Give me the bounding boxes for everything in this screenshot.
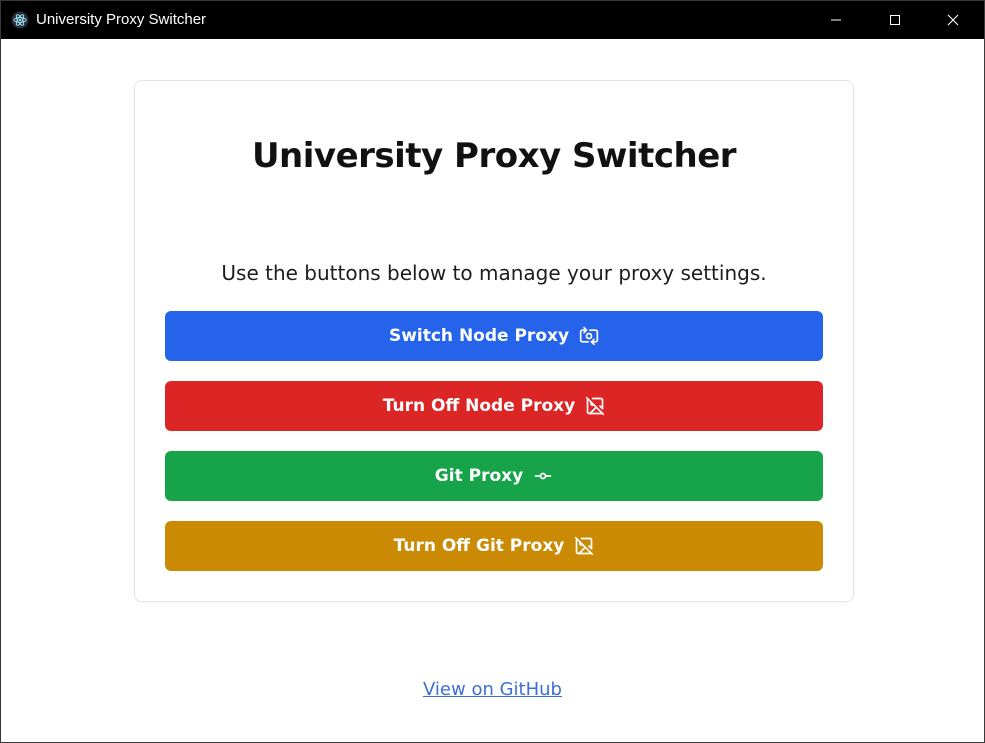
proxy-card: University Proxy Switcher Use the button… <box>134 80 854 602</box>
image-off-icon <box>574 536 594 556</box>
turn-off-git-proxy-button[interactable]: Turn Off Git Proxy <box>165 521 823 571</box>
window-title: University Proxy Switcher <box>36 11 207 28</box>
button-label: Git Proxy <box>434 466 524 486</box>
button-label: Switch Node Proxy <box>388 326 570 346</box>
switch-camera-icon <box>579 326 599 346</box>
image-off-icon <box>585 396 605 416</box>
title-bar[interactable]: University Proxy Switcher <box>1 1 984 39</box>
instructions-text: Use the buttons below to manage your pro… <box>221 261 767 285</box>
maximize-button[interactable] <box>872 1 918 39</box>
git-commit-icon <box>533 466 553 486</box>
electron-atom-icon <box>11 11 29 29</box>
git-proxy-button[interactable]: Git Proxy <box>165 451 823 501</box>
turn-off-node-proxy-button[interactable]: Turn Off Node Proxy <box>165 381 823 431</box>
app-window: University Proxy Switcher University Pro… <box>0 0 985 743</box>
main-content: University Proxy Switcher Use the button… <box>1 39 984 742</box>
switch-node-proxy-button[interactable]: Switch Node Proxy <box>165 311 823 361</box>
close-icon <box>947 11 959 30</box>
close-button[interactable] <box>930 1 976 39</box>
button-label: Turn Off Node Proxy <box>382 396 576 416</box>
github-link[interactable]: View on GitHub <box>1 679 984 700</box>
minimize-icon <box>830 11 842 30</box>
maximize-icon <box>889 11 901 30</box>
page-title: University Proxy Switcher <box>251 136 737 176</box>
button-label: Turn Off Git Proxy <box>393 536 565 556</box>
minimize-button[interactable] <box>813 1 859 39</box>
